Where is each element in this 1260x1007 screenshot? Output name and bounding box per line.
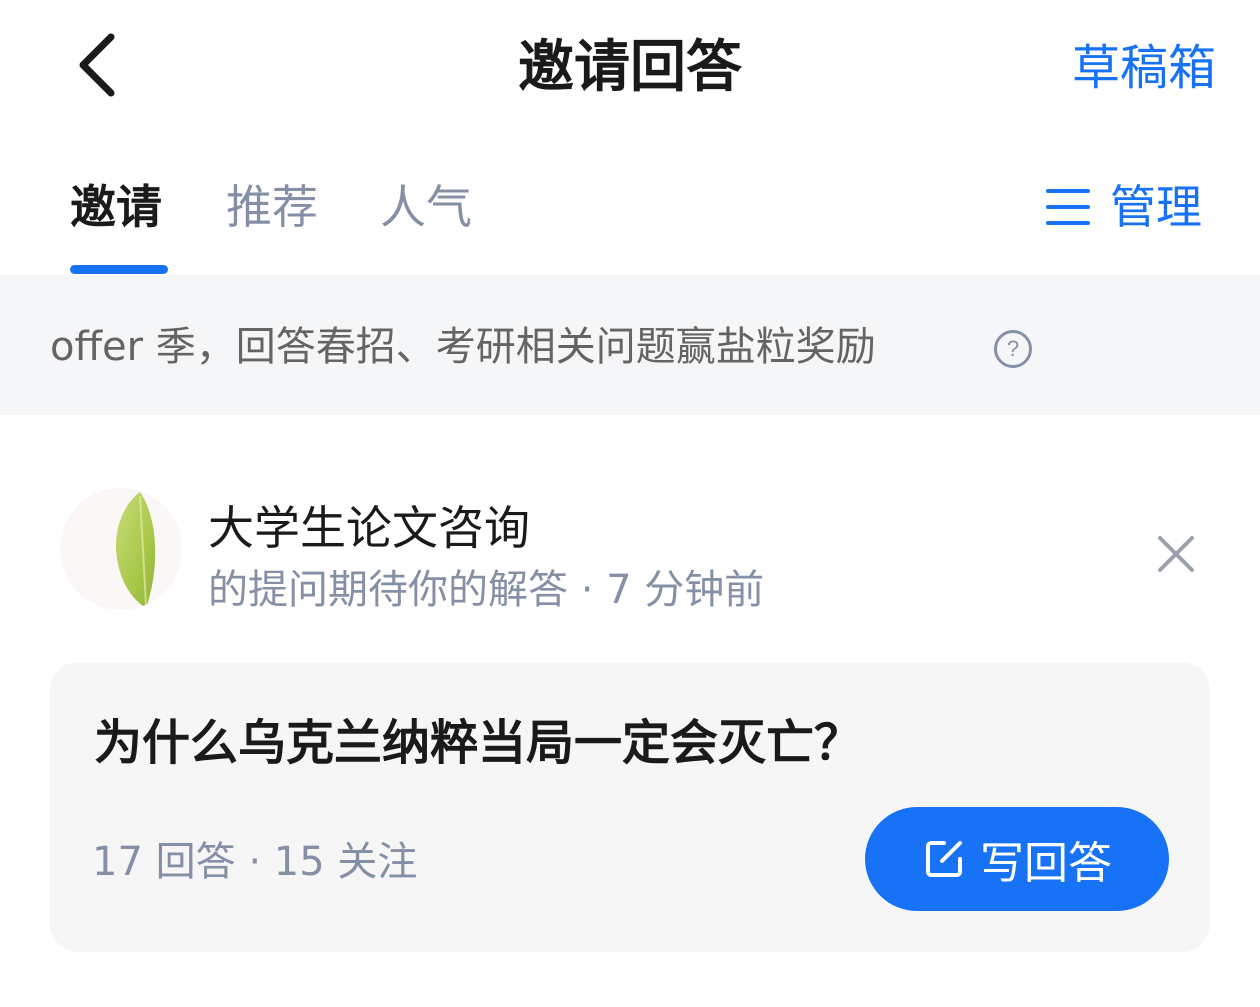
help-icon[interactable]: ?	[994, 330, 1032, 368]
close-icon	[1158, 536, 1194, 572]
menu-lines-icon	[1046, 187, 1090, 227]
dismiss-button[interactable]	[1150, 528, 1202, 580]
drafts-button[interactable]: 草稿箱	[1072, 36, 1216, 100]
tab-invite[interactable]: 邀请	[70, 176, 162, 238]
active-tab-indicator	[70, 265, 168, 274]
asker-name[interactable]: 大学生论文咨询	[208, 498, 530, 558]
tab-recommend[interactable]: 推荐	[226, 176, 318, 238]
invitation-header: 大学生论文咨询 的提问期待你的解答 · 7 分钟前	[0, 470, 1260, 640]
leaf-image	[115, 492, 156, 608]
write-answer-label: 写回答	[980, 838, 1112, 889]
question-title[interactable]: 为什么乌克兰纳粹当局一定会灭亡？	[94, 710, 862, 776]
top-bar: 邀请回答 草稿箱	[0, 0, 1260, 135]
edit-icon	[926, 841, 962, 877]
avatar[interactable]	[60, 488, 182, 610]
question-stats: 17 回答 · 15 关注	[92, 839, 418, 885]
promo-text: offer 季，回答春招、考研相关问题赢盐粒奖励	[50, 324, 876, 370]
question-card[interactable]: 为什么乌克兰纳粹当局一定会灭亡？ 17 回答 · 15 关注 写回答	[50, 662, 1210, 952]
manage-button[interactable]: 管理	[1046, 176, 1202, 238]
tab-popular[interactable]: 人气	[380, 176, 472, 238]
tab-bar: 邀请 推荐 人气 管理	[0, 160, 1260, 275]
promo-banner[interactable]: offer 季，回答春招、考研相关问题赢盐粒奖励 ?	[0, 275, 1260, 415]
invitation-subtitle: 的提问期待你的解答 · 7 分钟前	[208, 567, 765, 613]
write-answer-button[interactable]: 写回答	[865, 807, 1169, 911]
manage-label: 管理	[1110, 180, 1202, 234]
